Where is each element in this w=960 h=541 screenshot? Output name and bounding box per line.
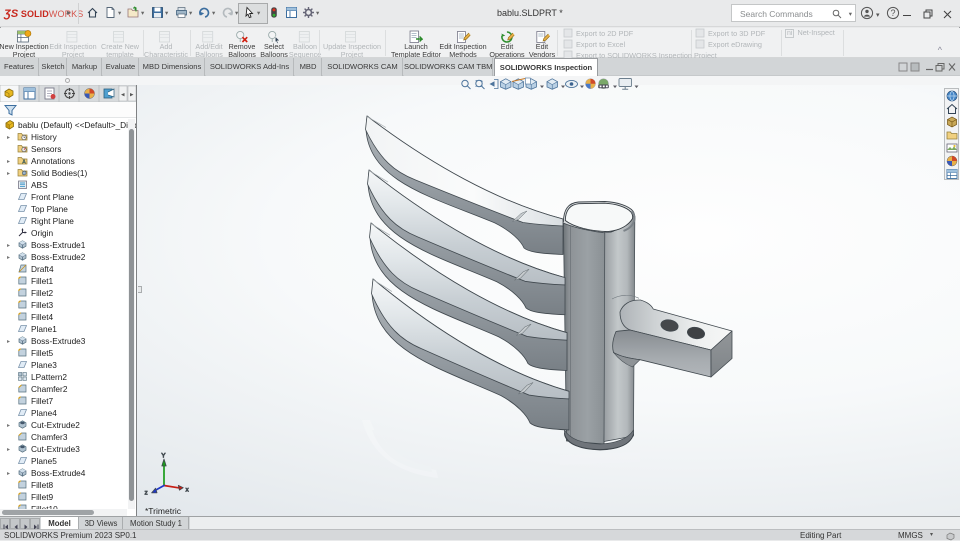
svg-text:z: z bbox=[145, 490, 148, 497]
svg-text:▸: ▸ bbox=[130, 92, 134, 99]
svg-text:x: x bbox=[186, 487, 190, 494]
svg-text:◂: ◂ bbox=[121, 92, 125, 99]
svg-text:Y: Y bbox=[161, 453, 166, 460]
